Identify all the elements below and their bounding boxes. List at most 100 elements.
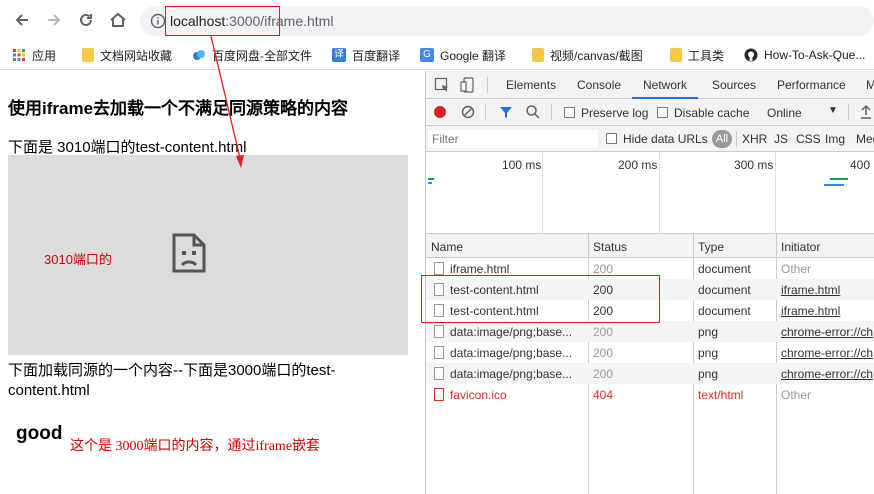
request-initiator-link[interactable]: iframe.html	[781, 304, 874, 318]
toolbar-divider	[485, 104, 486, 120]
filter-icon[interactable]	[498, 104, 514, 120]
toolbar-divider	[736, 131, 737, 147]
timeline-request-bar	[428, 182, 432, 184]
info-icon[interactable]	[150, 13, 166, 29]
bookmark-label: 百度翻译	[352, 48, 401, 63]
forward-button[interactable]	[44, 10, 64, 30]
device-toolbar-icon[interactable]	[460, 77, 476, 93]
type-filter-css[interactable]: CSS	[796, 132, 821, 146]
tab-performance[interactable]: Performance	[777, 78, 846, 92]
same-origin-annotation-note: 这个是 3000端口的内容，通过iframe嵌套	[70, 439, 321, 454]
reload-button[interactable]	[76, 10, 96, 30]
timeline-gridline	[542, 152, 543, 234]
request-initiator-link[interactable]: chrome-error://ch	[781, 367, 874, 381]
document-icon	[434, 388, 444, 401]
google-translate-icon: G	[420, 48, 434, 62]
bookmark-docs-folder[interactable]: 文档网站收藏	[82, 46, 172, 64]
request-name: data:image/png;base...	[450, 325, 573, 339]
bookmark-baidu-pan[interactable]: 百度网盘-全部文件	[192, 46, 312, 64]
bookmark-video-folder[interactable]: 视频/canvas/截图	[532, 46, 643, 64]
request-type: document	[698, 283, 751, 297]
arrow-right-icon	[48, 14, 61, 26]
page-viewport: 使用iframe去加载一个不满足同源策略的内容 下面是 3010端口的test-…	[0, 71, 425, 494]
bookmark-tools-folder[interactable]: 工具类	[670, 46, 724, 64]
tab-more[interactable]: M	[866, 78, 874, 92]
baidu-translate-icon: 译	[332, 48, 346, 62]
throttle-select[interactable]: Online	[767, 106, 802, 120]
type-filter-all[interactable]: All	[712, 130, 732, 148]
tab-sources[interactable]: Sources	[712, 78, 756, 92]
table-row[interactable]: data:image/png;base... 200 png chrome-er…	[426, 342, 874, 363]
request-initiator-link[interactable]: chrome-error://ch	[781, 325, 874, 339]
search-icon[interactable]	[525, 104, 541, 120]
request-name: iframe.html	[450, 262, 510, 276]
column-status[interactable]: Status	[593, 240, 627, 254]
table-row[interactable]: favicon.ico 404 text/html Other	[426, 384, 874, 405]
type-filter-js[interactable]: JS	[774, 132, 788, 146]
timeline-gridline	[775, 152, 776, 234]
request-type: text/html	[698, 388, 744, 402]
record-icon[interactable]	[432, 104, 448, 120]
table-row[interactable]: data:image/png;base... 200 png chrome-er…	[426, 321, 874, 342]
preserve-log-checkbox[interactable]	[564, 107, 575, 118]
active-tab-indicator	[632, 97, 698, 99]
request-name: data:image/png;base...	[450, 346, 573, 360]
request-initiator-link[interactable]: iframe.html	[781, 283, 874, 297]
browser-toolbar: localhost:3000/iframe.html	[0, 0, 874, 40]
back-button[interactable]	[12, 10, 32, 30]
chevron-down-icon[interactable]: ▼	[828, 105, 838, 116]
timeline-request-bar	[830, 178, 848, 180]
bookmarks-bar: 应用 文档网站收藏 百度网盘-全部文件 译 百度翻译 G Google 翻译 视…	[0, 40, 874, 70]
disable-cache-label: Disable cache	[674, 106, 750, 120]
type-filter-xhr[interactable]: XHR	[742, 132, 767, 146]
bookmark-label: Google 翻译	[440, 48, 507, 63]
document-icon	[434, 346, 444, 359]
arrow-left-icon	[15, 14, 28, 26]
table-row[interactable]: data:image/png;base... 200 png chrome-er…	[426, 363, 874, 384]
toolbar-divider	[487, 77, 488, 93]
tab-elements[interactable]: Elements	[506, 78, 556, 92]
bookmark-label: 应用	[32, 48, 57, 63]
github-icon	[744, 48, 758, 62]
request-name: data:image/png;base...	[450, 367, 573, 381]
devtools-tab-bar: Elements Console Network Sources Perform…	[426, 71, 874, 99]
column-initiator[interactable]: Initiator	[781, 240, 820, 254]
bookmark-google-translate[interactable]: G Google 翻译	[420, 46, 506, 64]
type-filter-img[interactable]: Img	[825, 132, 845, 146]
timeline-tick-label: 200 ms	[618, 158, 658, 172]
request-status: 200	[593, 346, 614, 360]
timeline-request-bar	[824, 184, 844, 186]
import-har-icon[interactable]	[858, 104, 874, 120]
page-title: 使用iframe去加载一个不满足同源策略的内容	[8, 99, 349, 118]
preserve-log-label: Preserve log	[581, 106, 649, 120]
column-name[interactable]: Name	[431, 240, 463, 254]
sad-page-icon	[172, 233, 206, 273]
inspect-element-icon[interactable]	[434, 77, 450, 93]
bookmark-github[interactable]: How-To-Ask-Que...	[744, 46, 865, 64]
network-timeline-overview[interactable]: 100 ms 200 ms 300 ms 400	[426, 152, 874, 234]
hide-data-urls-checkbox[interactable]	[606, 133, 617, 144]
request-initiator-link[interactable]: chrome-error://ch	[781, 346, 874, 360]
timeline-tick-label: 100 ms	[502, 158, 542, 172]
request-status: 200	[593, 262, 614, 276]
home-button[interactable]	[108, 10, 128, 30]
type-filter-media[interactable]: Med	[856, 132, 874, 146]
tab-console[interactable]: Console	[577, 78, 621, 92]
request-type: png	[698, 346, 719, 360]
timeline-tick-label: 400	[850, 158, 871, 172]
bookmark-label: 视频/canvas/截图	[550, 48, 643, 63]
bookmark-apps[interactable]: 应用	[12, 46, 56, 64]
column-type[interactable]: Type	[698, 240, 724, 254]
request-type: document	[698, 304, 751, 318]
request-initiator: Other	[781, 262, 812, 276]
request-name: favicon.ico	[450, 388, 507, 402]
hide-data-urls-label: Hide data URLs	[623, 132, 708, 146]
tab-network[interactable]: Network	[643, 78, 687, 92]
clear-icon[interactable]	[460, 104, 476, 120]
bookmark-label: 工具类	[688, 48, 725, 63]
filter-input[interactable]	[428, 130, 598, 148]
baidu-pan-icon	[193, 50, 205, 60]
bookmark-label: 文档网站收藏	[100, 48, 173, 63]
bookmark-baidu-translate[interactable]: 译 百度翻译	[332, 46, 400, 64]
disable-cache-checkbox[interactable]	[657, 107, 668, 118]
